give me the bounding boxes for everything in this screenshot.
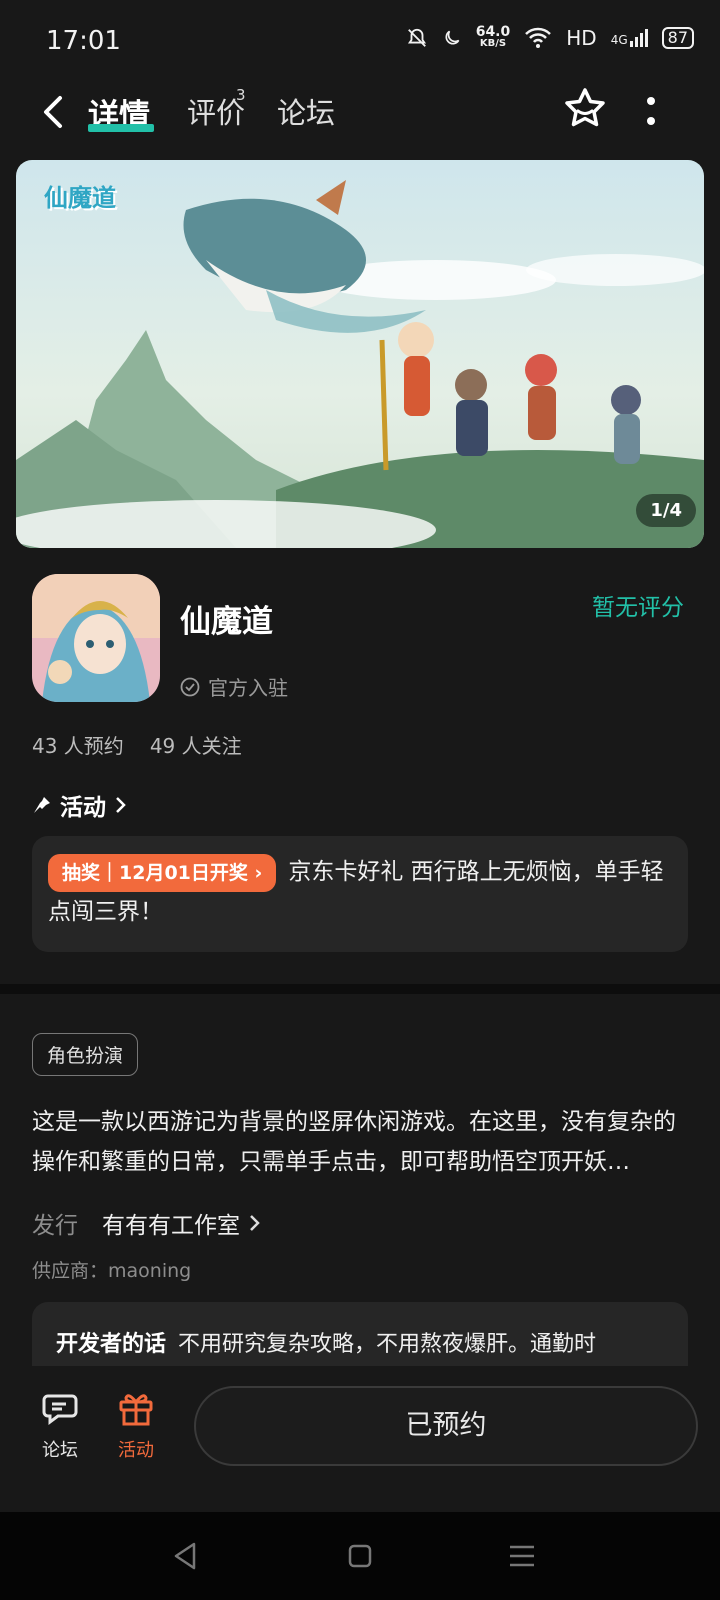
publisher-row[interactable]: 发行 有有有工作室 [32, 1206, 262, 1240]
reviews-count-badge: 3 [236, 86, 246, 104]
chevron-right-icon [250, 1215, 260, 1231]
activity-card[interactable]: 抽奖｜12月01日开奖 › 京东卡好礼 西行路上无烦恼，单手轻点闯三界！ [32, 836, 688, 952]
chevron-right-icon [116, 797, 126, 813]
gift-icon [119, 1394, 153, 1426]
activity-button[interactable]: 活动 [106, 1388, 166, 1462]
verified-check-icon [180, 677, 200, 696]
status-bar: 17:01 64.0 KB/S HD 4G 87 [0, 0, 720, 88]
forum-label: 论坛 [42, 1440, 78, 1461]
developer-note-text: 不用研究复杂攻略，不用熬夜爆肝。通勤时 [178, 1332, 597, 1357]
genre-tag[interactable]: 角色扮演 [32, 1033, 139, 1076]
publisher-label: 发行 [32, 1213, 78, 1239]
developer-note-label: 开发者的话 [56, 1332, 167, 1357]
active-tab-indicator [88, 124, 154, 132]
reserved-button[interactable]: 已预约 [194, 1386, 698, 1466]
banner-logo: 仙魔道 [44, 184, 116, 212]
network-speed: 64.0 KB/S [475, 24, 511, 49]
supplier-info: 供应商：maoning [32, 1260, 192, 1282]
app-icon [32, 574, 160, 702]
section-divider [0, 984, 720, 994]
back-arrow-icon[interactable] [34, 92, 74, 132]
battery-indicator: 87 [661, 27, 694, 49]
app-name: 仙魔道 [180, 604, 273, 640]
banner-artwork [16, 160, 704, 548]
nav-home-icon[interactable] [348, 1544, 372, 1568]
rating-status[interactable]: 暂无评分 [592, 588, 684, 622]
official-badge: 官方入驻 [180, 672, 288, 701]
publisher-name: 有有有工作室 [102, 1213, 240, 1239]
activity-section-header[interactable]: 活动 [32, 788, 128, 822]
nav-recents-icon[interactable] [508, 1544, 536, 1568]
status-icons: 64.0 KB/S HD 4G 87 [406, 24, 694, 50]
activity-section-title: 活动 [60, 795, 106, 821]
system-navigation-bar [0, 1512, 720, 1600]
forum-chat-icon [42, 1394, 78, 1425]
pin-icon [34, 797, 50, 813]
more-options-icon[interactable] [646, 96, 656, 130]
game-banner-image[interactable]: 仙魔道 [16, 160, 704, 548]
tab-forum[interactable]: 论坛 [277, 90, 335, 132]
status-time: 17:01 [46, 26, 121, 56]
forum-button[interactable]: 论坛 [30, 1388, 90, 1462]
signal-icon: 4G [611, 29, 648, 47]
hd-label: HD [566, 26, 597, 50]
lottery-tag: 抽奖｜12月01日开奖 › [48, 853, 277, 892]
banner-pager: 1/4 [636, 494, 696, 527]
reservation-count: 43 人预约 [32, 734, 124, 758]
mute-bell-icon [407, 28, 426, 47]
follower-count: 49 人关注 [149, 734, 242, 758]
bottom-action-bar: 论坛 活动 已预约 [0, 1366, 720, 1512]
game-description[interactable]: 这是一款以西游记为背景的竖屏休闲游戏。在这里，没有复杂的操作和繁重的日常，只需单… [32, 1102, 690, 1182]
activity-label: 活动 [118, 1440, 154, 1461]
nav-back-icon[interactable] [172, 1542, 198, 1570]
official-label: 官方入驻 [208, 676, 288, 700]
moon-icon [445, 30, 460, 45]
favorite-star-icon[interactable] [563, 86, 607, 130]
app-stats: 43 人预约 49 人关注 [32, 730, 242, 759]
wifi-icon [525, 27, 552, 48]
